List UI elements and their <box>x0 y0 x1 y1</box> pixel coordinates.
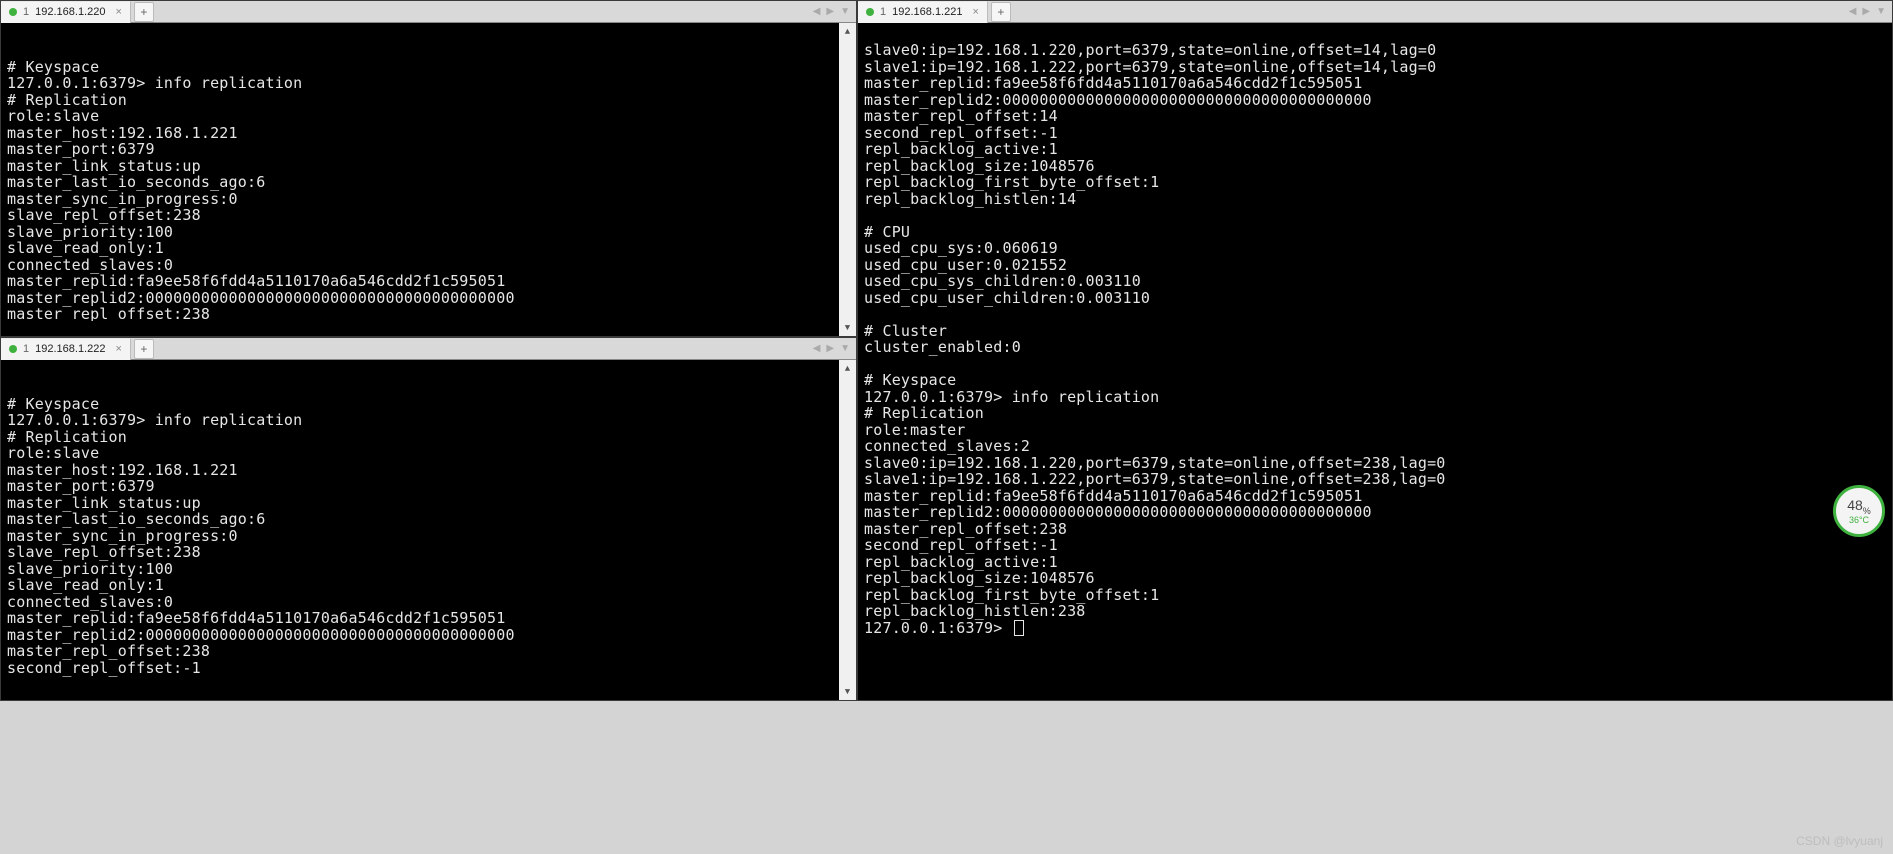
tab-index: 1 <box>23 343 29 355</box>
plus-icon: + <box>997 5 1004 19</box>
tab-nav: ◀ ▶ ▼ <box>1847 6 1892 17</box>
terminal-tab[interactable]: 1 192.168.1.220 × <box>1 1 131 23</box>
tab-bar: 1 192.168.1.221 × + ◀ ▶ ▼ <box>858 1 1892 23</box>
system-monitor-widget[interactable]: 48% 36°C <box>1833 485 1885 537</box>
scroll-track[interactable] <box>839 40 856 319</box>
status-dot-icon <box>9 8 17 16</box>
nav-right-icon[interactable]: ▶ <box>1860 6 1872 17</box>
status-dot-icon <box>9 345 17 353</box>
terminal-output[interactable]: slave0:ip=192.168.1.220,port=6379,state=… <box>858 38 1892 685</box>
scrollbar[interactable]: ▲ ▼ <box>839 360 856 700</box>
tab-host: 192.168.1.220 <box>35 6 105 18</box>
scroll-track[interactable] <box>839 377 856 683</box>
terminal-pane-left-bottom: 1 192.168.1.222 × + ◀ ▶ ▼ # Keyspace 127… <box>0 337 857 701</box>
tab-host: 192.168.1.221 <box>892 6 962 18</box>
scroll-down-icon[interactable]: ▼ <box>839 683 856 700</box>
tab-host: 192.168.1.222 <box>35 343 105 355</box>
add-tab-button[interactable]: + <box>134 2 154 22</box>
terminal-output[interactable]: # Keyspace 127.0.0.1:6379> info replicat… <box>1 375 839 685</box>
plus-icon: + <box>140 342 147 356</box>
scroll-up-icon[interactable]: ▲ <box>839 360 856 377</box>
nav-right-icon[interactable]: ▶ <box>824 343 836 354</box>
terminal-tab[interactable]: 1 192.168.1.222 × <box>1 338 131 360</box>
tab-nav: ◀ ▶ ▼ <box>811 6 856 17</box>
terminal-pane-right: 1 192.168.1.221 × + ◀ ▶ ▼ slave0:ip=192.… <box>857 0 1893 701</box>
nav-right-icon[interactable]: ▶ <box>824 6 836 17</box>
add-tab-button[interactable]: + <box>134 339 154 359</box>
terminal-pane-left-top: 1 192.168.1.220 × + ◀ ▶ ▼ # Keyspace 127… <box>0 0 857 337</box>
nav-down-icon[interactable]: ▼ <box>1874 6 1888 17</box>
scrollbar[interactable]: ▲ ▼ <box>839 23 856 336</box>
tab-index: 1 <box>23 6 29 18</box>
add-tab-button[interactable]: + <box>991 2 1011 22</box>
tab-index: 1 <box>880 6 886 18</box>
terminal-tab[interactable]: 1 192.168.1.221 × <box>858 1 988 23</box>
nav-left-icon[interactable]: ◀ <box>811 343 823 354</box>
close-icon[interactable]: × <box>972 6 978 18</box>
tab-bar: 1 192.168.1.222 × + ◀ ▶ ▼ <box>1 338 856 360</box>
status-dot-icon <box>866 8 874 16</box>
cpu-percent: 48% <box>1847 497 1871 516</box>
tab-nav: ◀ ▶ ▼ <box>811 343 856 354</box>
nav-left-icon[interactable]: ◀ <box>811 6 823 17</box>
plus-icon: + <box>140 5 147 19</box>
nav-down-icon[interactable]: ▼ <box>838 343 852 354</box>
nav-left-icon[interactable]: ◀ <box>1847 6 1859 17</box>
close-icon[interactable]: × <box>115 343 121 355</box>
cpu-temp: 36°C <box>1849 515 1869 525</box>
watermark: CSDN @lvyuanj <box>1796 834 1883 848</box>
tab-bar: 1 192.168.1.220 × + ◀ ▶ ▼ <box>1 1 856 23</box>
scroll-down-icon[interactable]: ▼ <box>839 319 856 336</box>
nav-down-icon[interactable]: ▼ <box>838 6 852 17</box>
scroll-up-icon[interactable]: ▲ <box>839 23 856 40</box>
close-icon[interactable]: × <box>115 6 121 18</box>
terminal-output[interactable]: # Keyspace 127.0.0.1:6379> info replicat… <box>1 38 839 321</box>
